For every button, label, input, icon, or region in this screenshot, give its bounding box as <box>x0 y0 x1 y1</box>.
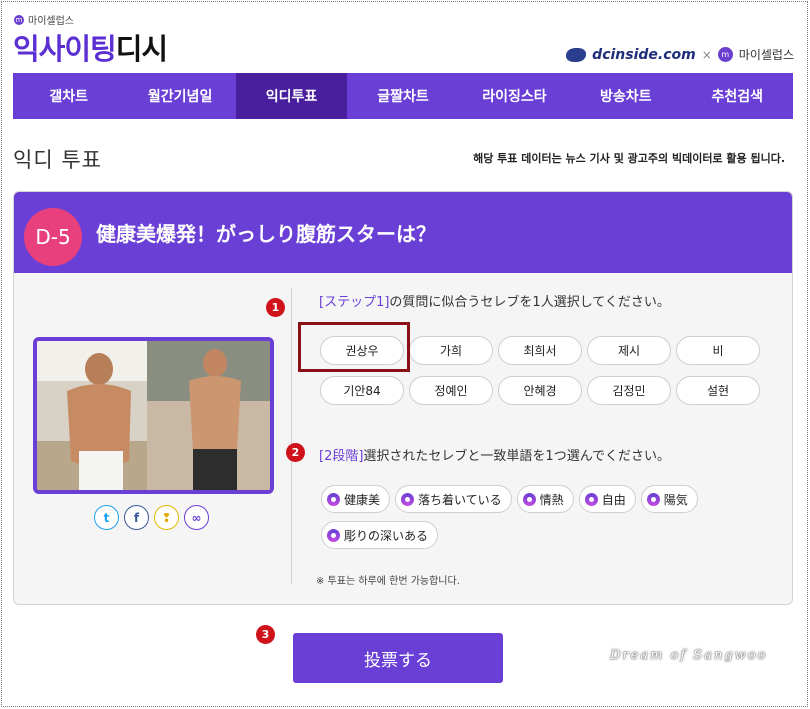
partner-logos: dcinside.com × m 마이셀럽스 <box>566 46 794 63</box>
nav-item-image-chart[interactable]: 글짤차트 <box>347 73 458 119</box>
step1-instruction: [ステップ1]の質問に似合うセレブを1人選択してください。 <box>319 291 670 310</box>
celeb-option[interactable]: 김정민 <box>587 376 671 405</box>
nav-item-gallery-chart[interactable]: 갤차트 <box>13 73 124 119</box>
step1-tag: [ステップ1] <box>319 295 390 310</box>
keyword-label: 自由 <box>601 492 626 507</box>
data-usage-notice: 해당 투표 데이터는 뉴스 기사 및 광고주의 빅데이터로 활용 됩니다. <box>473 152 785 165</box>
poll-header: D-5 健康美爆発！がっしり腹筋スターは？ <box>14 192 792 273</box>
vote-button[interactable]: 投票する <box>293 633 503 683</box>
logo-main: 익사이팅 <box>13 32 117 66</box>
poll-card: D-5 健康美爆発！がっしり腹筋スターは？ t f ❢ ∞ [ステップ1]の質問… <box>13 191 793 605</box>
keyword-icon <box>522 492 536 506</box>
step2-tag: [2段階] <box>319 449 364 464</box>
main-nav: 갤차트 월간기념일 익디투표 글짤차트 라이징스타 방송차트 추천검색 <box>13 73 793 119</box>
celebrity-photo <box>33 337 274 494</box>
celeb-option[interactable]: 정예인 <box>409 376 493 405</box>
keyword-label: 情熱 <box>539 492 564 507</box>
partner-separator: × <box>701 47 712 62</box>
dday-badge: D-5 <box>24 208 82 266</box>
mycelebs-logo[interactable]: 마이셀럽스 <box>739 46 794 63</box>
mycelebs-icon: m <box>14 14 24 25</box>
nav-item-broadcast-chart[interactable]: 방송차트 <box>570 73 681 119</box>
keyword-option[interactable]: 落ち着いている <box>395 485 512 513</box>
celeb-option[interactable]: 제시 <box>587 336 671 365</box>
keyword-label: 彫りの深いある <box>344 528 429 543</box>
annotation-marker-2: 2 <box>286 443 305 462</box>
celebrity-photo-illustration <box>37 341 270 490</box>
keyword-option[interactable]: 陽気 <box>640 485 698 513</box>
keyword-option[interactable]: 自由 <box>578 485 636 513</box>
nav-item-monthly-anniversary[interactable]: 월간기념일 <box>124 73 235 119</box>
link-share-icon[interactable]: ∞ <box>184 505 209 530</box>
step2-instruction: [2段階]選択されたセレブと一致単語を1つ選んでください。 <box>319 445 670 464</box>
watermark: Dream of Sangwoo <box>610 648 768 663</box>
step1-text: の質問に似合うセレブを1人選択してください。 <box>389 295 670 310</box>
celeb-option[interactable]: 가희 <box>409 336 493 365</box>
celeb-option[interactable]: 설현 <box>676 376 760 405</box>
annotation-marker-3: 3 <box>256 625 275 644</box>
brand-small: m 마이셀럽스 <box>14 12 74 27</box>
vote-limit-note: ※ 투표는 하루에 한번 가능합니다. <box>316 576 460 587</box>
keyword-options: 健康美 落ち着いている 情熱 自由 陽気 彫りの深いある <box>321 485 781 549</box>
mycelebs-logo-icon: m <box>717 47 733 62</box>
keyword-icon <box>584 492 598 506</box>
keyword-label: 陽気 <box>663 492 688 507</box>
poll-question: 健康美爆発！がっしり腹筋スターは？ <box>96 222 436 246</box>
keyword-label: 健康美 <box>344 492 381 507</box>
nav-item-recommended-search[interactable]: 추천검색 <box>682 73 793 119</box>
celeb-option[interactable]: 비 <box>676 336 760 365</box>
keyword-icon <box>646 492 660 506</box>
keyword-label: 落ち着いている <box>418 492 502 507</box>
logo-tail: 디시 <box>115 32 168 66</box>
keyword-option[interactable]: 彫りの深いある <box>321 521 439 549</box>
keyword-option[interactable]: 情熱 <box>516 485 574 513</box>
brand-small-label: 마이셀럽스 <box>28 16 74 27</box>
dcinside-logo[interactable]: dcinside.com <box>592 47 696 63</box>
site-logo[interactable]: 익사이팅디시 <box>13 26 168 68</box>
twitter-share-icon[interactable]: t <box>94 505 119 530</box>
keyword-option[interactable]: 健康美 <box>321 485 391 513</box>
keyword-icon <box>327 492 340 506</box>
section-divider <box>291 288 292 584</box>
step2-text: 選択されたセレブと一致単語を1つ選んでください。 <box>363 449 671 464</box>
dcinside-icon <box>566 47 587 62</box>
kakaostory-share-icon[interactable]: ❢ <box>154 505 179 530</box>
keyword-icon <box>327 528 340 542</box>
nav-item-poll[interactable]: 익디투표 <box>235 73 348 119</box>
share-buttons: t f ❢ ∞ <box>94 505 209 530</box>
celeb-option[interactable]: 최희서 <box>498 336 582 365</box>
page-title: 익디 투표 <box>13 148 102 172</box>
annotation-marker-1: 1 <box>266 298 285 317</box>
nav-item-rising-star[interactable]: 라이징스타 <box>459 73 570 119</box>
facebook-share-icon[interactable]: f <box>124 505 149 530</box>
keyword-icon <box>401 492 415 506</box>
celeb-option[interactable]: 안혜경 <box>498 376 582 405</box>
selected-celeb-highlight <box>298 322 410 372</box>
celeb-option[interactable]: 기안84 <box>320 376 404 405</box>
